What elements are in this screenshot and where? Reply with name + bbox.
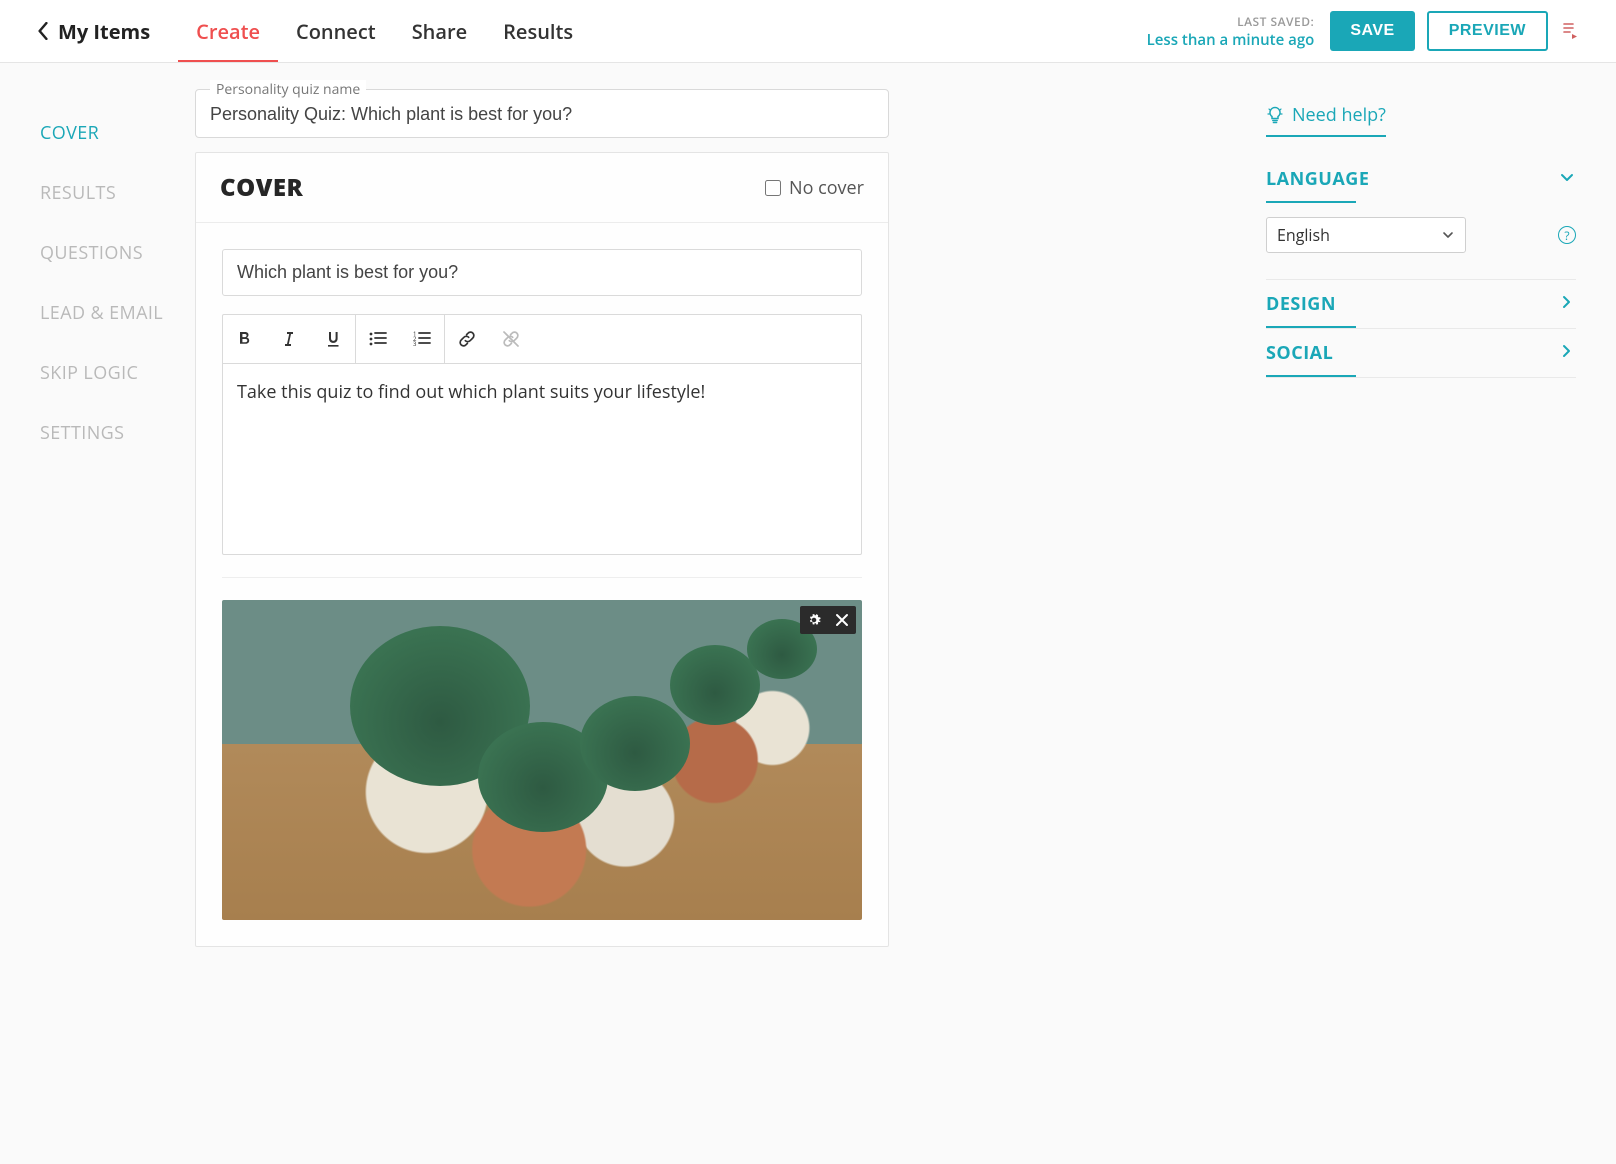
preview-button[interactable]: PREVIEW xyxy=(1427,11,1548,51)
accordion-design-underline xyxy=(1266,326,1356,328)
bullet-list-button[interactable] xyxy=(356,315,400,363)
italic-button[interactable] xyxy=(267,315,311,363)
link-button[interactable] xyxy=(445,315,489,363)
accordion-design-head[interactable]: DESIGN xyxy=(1266,280,1576,328)
unlink-button[interactable] xyxy=(489,315,533,363)
accordion-social: SOCIAL xyxy=(1266,329,1576,378)
no-cover-checkbox[interactable] xyxy=(765,180,781,196)
nav-share[interactable]: Share xyxy=(394,0,485,62)
quiz-name-field: Personality quiz name xyxy=(195,89,889,138)
sidenav-questions[interactable]: QUESTIONS xyxy=(40,223,195,283)
nav-create[interactable]: Create xyxy=(178,0,278,62)
accordion-design-title: DESIGN xyxy=(1266,292,1336,316)
description-editor: 123 Take this quiz xyxy=(222,314,862,555)
right-panel: Need help? LANGUAGE English ? DESIGN xyxy=(1236,63,1616,378)
cover-section-title: COVER xyxy=(220,171,303,204)
bold-button[interactable] xyxy=(223,315,267,363)
language-value: English xyxy=(1277,224,1330,246)
sidenav-skip[interactable]: SKIP LOGIC xyxy=(40,343,195,403)
nav-results[interactable]: Results xyxy=(485,0,591,62)
underline-icon xyxy=(324,330,342,348)
top-bar: My Items Create Connect Share Results LA… xyxy=(0,0,1616,63)
language-select[interactable]: English xyxy=(1266,217,1466,253)
rte-group-link xyxy=(445,315,533,363)
image-settings-button[interactable] xyxy=(800,606,828,634)
rte-toolbar: 123 xyxy=(223,315,861,364)
image-toolbar xyxy=(800,606,856,634)
accordion-language-head[interactable]: LANGUAGE xyxy=(1266,155,1576,203)
link-icon xyxy=(457,329,477,349)
quiz-name-legend: Personality quiz name xyxy=(210,80,366,99)
sidenav-results[interactable]: RESULTS xyxy=(40,163,195,223)
chevron-right-icon xyxy=(1558,293,1576,316)
lightbulb-icon xyxy=(1266,106,1284,124)
main: COVER RESULTS QUESTIONS LEAD & EMAIL SKI… xyxy=(0,63,1616,947)
sidenav-cover[interactable]: COVER xyxy=(40,103,195,163)
accordion-language-title: LANGUAGE xyxy=(1266,167,1369,191)
cover-image[interactable] xyxy=(222,600,862,920)
need-help-label: Need help? xyxy=(1292,103,1386,127)
underline-button[interactable] xyxy=(311,315,355,363)
bullet-list-icon xyxy=(368,330,388,348)
chevron-left-icon xyxy=(36,22,50,40)
chevron-down-icon xyxy=(1441,228,1455,242)
text-direction-icon[interactable] xyxy=(1560,21,1580,41)
accordion-social-head[interactable]: SOCIAL xyxy=(1266,329,1576,377)
chevron-right-icon xyxy=(1558,342,1576,365)
nav-connect[interactable]: Connect xyxy=(278,0,394,62)
numbered-list-button[interactable]: 123 xyxy=(400,315,444,363)
top-nav: Create Connect Share Results xyxy=(178,0,591,62)
svg-text:3: 3 xyxy=(413,340,417,348)
no-cover-toggle[interactable]: No cover xyxy=(765,176,864,200)
unlink-icon xyxy=(501,329,521,349)
my-items-label: My Items xyxy=(58,18,150,45)
italic-icon xyxy=(280,330,298,348)
description-body[interactable]: Take this quiz to find out which plant s… xyxy=(223,364,861,554)
accordion-social-title: SOCIAL xyxy=(1266,341,1333,365)
accordion-language: LANGUAGE English ? xyxy=(1266,155,1576,280)
accordion-social-underline xyxy=(1266,375,1356,377)
sidenav-settings[interactable]: SETTINGS xyxy=(40,403,195,463)
chevron-down-icon xyxy=(1558,168,1576,191)
my-items-link[interactable]: My Items xyxy=(36,18,178,45)
side-nav: COVER RESULTS QUESTIONS LEAD & EMAIL SKI… xyxy=(0,63,195,463)
top-bar-right: LAST SAVED: Less than a minute ago SAVE … xyxy=(1147,11,1580,51)
image-remove-button[interactable] xyxy=(828,606,856,634)
bold-icon xyxy=(236,330,254,348)
top-bar-left: My Items Create Connect Share Results xyxy=(36,0,591,62)
accordion-design: DESIGN xyxy=(1266,280,1576,329)
cover-title-input[interactable] xyxy=(222,249,862,296)
rte-group-format xyxy=(223,315,356,363)
cover-section-head: COVER No cover xyxy=(196,153,888,223)
description-text: Take this quiz to find out which plant s… xyxy=(237,380,847,404)
sidenav-lead[interactable]: LEAD & EMAIL xyxy=(40,283,195,343)
rte-group-lists: 123 xyxy=(356,315,445,363)
last-saved-value: Less than a minute ago xyxy=(1147,30,1315,50)
need-help-link[interactable]: Need help? xyxy=(1266,103,1386,137)
last-saved-label: LAST SAVED: xyxy=(1147,13,1315,30)
editor: Personality quiz name COVER No cover xyxy=(195,63,889,947)
cover-section: COVER No cover xyxy=(195,152,889,947)
last-saved: LAST SAVED: Less than a minute ago xyxy=(1147,13,1319,50)
numbered-list-icon: 123 xyxy=(412,330,432,348)
accordion-language-body: English ? xyxy=(1266,203,1576,279)
language-help-icon[interactable]: ? xyxy=(1558,226,1576,244)
cover-section-body: 123 Take this quiz xyxy=(196,223,888,946)
close-icon xyxy=(835,613,849,627)
divider xyxy=(222,577,862,578)
no-cover-label: No cover xyxy=(789,176,864,200)
save-button[interactable]: SAVE xyxy=(1330,11,1414,51)
gear-icon xyxy=(806,612,822,628)
